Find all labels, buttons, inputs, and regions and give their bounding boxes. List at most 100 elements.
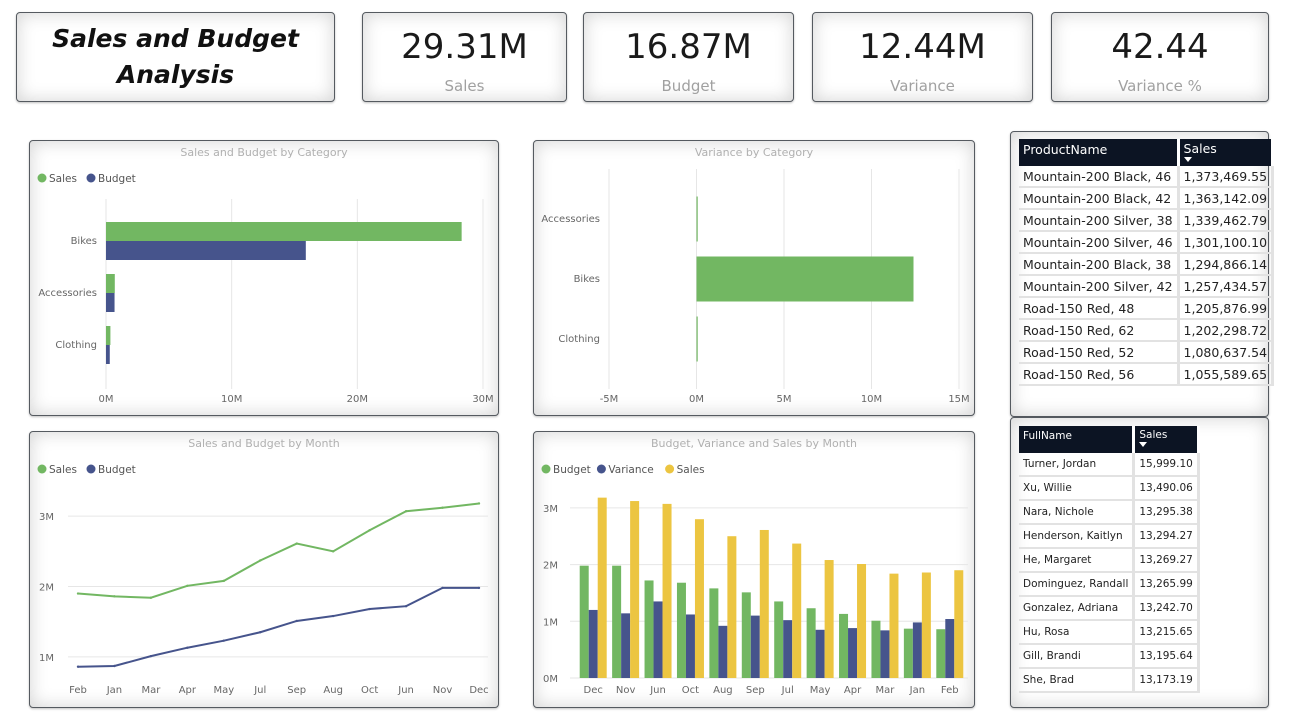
variance-nov-bar[interactable]	[621, 613, 631, 678]
column-header-sales[interactable]: Sales	[1179, 139, 1275, 166]
variance-oct-bar[interactable]	[685, 614, 695, 678]
variance-dec-bar[interactable]	[588, 609, 598, 678]
legend-item-sales-label[interactable]: Sales	[677, 464, 705, 476]
legend-item-budget-marker[interactable]	[86, 173, 96, 183]
sales-point[interactable]	[404, 510, 408, 513]
legend-item-budget-label[interactable]: Budget	[98, 173, 136, 185]
legend-item-budget-label[interactable]: Budget	[98, 464, 136, 476]
budget-point[interactable]	[113, 664, 116, 668]
budget-may-bar[interactable]	[806, 608, 816, 678]
sales-point[interactable]	[76, 592, 80, 595]
table-row[interactable]: Hu, Rosa 13,215.65	[1019, 621, 1200, 645]
sales-point[interactable]	[368, 529, 371, 532]
budget-apr-bar[interactable]	[839, 613, 849, 678]
budget-point[interactable]	[186, 646, 189, 649]
table-row[interactable]: Gonzalez, Adriana 13,242.70	[1019, 597, 1200, 621]
kpi-card-variance-pct[interactable]: 42.44 Variance %	[1051, 12, 1269, 102]
table-card-top-customers[interactable]: FullName Sales Turner, Jordan 15,999.10 Xu…	[1010, 417, 1269, 708]
sort-descending-icon[interactable]	[1183, 157, 1192, 162]
chart-variance-by-category[interactable]: Variance by Category -5M 0M 5M 10M 15M Accesso…	[534, 141, 974, 415]
sales-feb-bar[interactable]	[954, 570, 964, 678]
table-row[interactable]: He, Margaret 13,269.27	[1019, 549, 1200, 573]
sales-may-bar[interactable]	[824, 560, 834, 678]
table-row[interactable]: Mountain-200 Black, 38 1,294,866.14	[1019, 254, 1275, 276]
budget-accessories-bar[interactable]	[106, 293, 115, 312]
table-row[interactable]: Road-150 Red, 62 1,202,298.72	[1019, 320, 1275, 342]
variance-bikes-bar[interactable]	[696, 256, 914, 302]
table-row[interactable]: Mountain-200 Silver, 46 1,301,100.10	[1019, 232, 1275, 254]
chart-card-sales-budget-by-month[interactable]: Sales and Budget by Month Sales Budget 1M 2M…	[29, 431, 499, 708]
sales-aug-bar[interactable]	[727, 536, 737, 678]
budget-series-line[interactable]	[77, 586, 479, 668]
budget-clothing-bar[interactable]	[106, 345, 110, 364]
column-header-productname[interactable]: ProductName	[1019, 139, 1180, 166]
variance-jan-bar[interactable]	[912, 622, 922, 678]
kpi-card-sales[interactable]: 29.31M Sales	[362, 12, 567, 102]
variance-feb-bar[interactable]	[945, 619, 955, 678]
variance-jun-bar[interactable]	[653, 601, 663, 678]
table-row[interactable]: Road-150 Red, 52 1,080,637.54	[1019, 342, 1275, 364]
sales-point[interactable]	[331, 550, 335, 553]
variance-may-bar[interactable]	[815, 629, 825, 678]
table-row[interactable]: Gill, Brandi 13,195.64	[1019, 645, 1200, 669]
budget-feb-bar[interactable]	[936, 629, 946, 678]
table-row[interactable]: Mountain-200 Black, 42 1,363,142.09	[1019, 188, 1275, 210]
table-row[interactable]: Road-150 Red, 48 1,205,876.99	[1019, 298, 1275, 320]
table-row[interactable]: Road-150 Red, 56 1,055,589.65	[1019, 364, 1275, 386]
chart-budget-variance-sales-by-month[interactable]: Budget, Variance and Sales by Month Budge…	[534, 432, 974, 707]
budget-point[interactable]	[222, 639, 226, 642]
sales-clothing-bar[interactable]	[106, 326, 111, 345]
kpi-card-budget[interactable]: 16.87M Budget	[583, 12, 794, 102]
table-row[interactable]: Xu, Willie 13,490.06	[1019, 477, 1200, 501]
table-row[interactable]: Nara, Nichole 13,295.38	[1019, 501, 1200, 525]
budget-point[interactable]	[404, 605, 408, 608]
variance-sep-bar[interactable]	[750, 615, 760, 678]
sales-sep-bar[interactable]	[759, 529, 769, 678]
sales-dec-bar[interactable]	[597, 497, 607, 678]
table-row[interactable]: Mountain-200 Silver, 38 1,339,462.79	[1019, 210, 1275, 232]
variance-accessories-bar[interactable]	[696, 196, 698, 242]
table-row[interactable]: Henderson, Kaitlyn 13,294.27	[1019, 525, 1200, 549]
budget-sep-bar[interactable]	[741, 592, 751, 678]
budget-point[interactable]	[477, 586, 481, 590]
sales-accessories-bar[interactable]	[106, 274, 115, 293]
legend-item-variance-label[interactable]: Variance	[608, 464, 653, 476]
column-header-sales[interactable]: Sales	[1135, 426, 1200, 453]
budget-point[interactable]	[259, 631, 262, 634]
budget-point[interactable]	[441, 586, 444, 590]
table-row[interactable]: Mountain-200 Black, 46 1,373,469.55	[1019, 166, 1275, 188]
chart-sales-budget-by-month[interactable]: Sales and Budget by Month Sales Budget 1M 2M…	[30, 432, 498, 707]
legend-item-sales-marker[interactable]	[37, 173, 47, 183]
sales-nov-bar[interactable]	[630, 501, 640, 678]
sales-jun-bar[interactable]	[662, 503, 672, 678]
kpi-card-variance[interactable]: 12.44M Variance	[812, 12, 1033, 102]
chart-card-variance-by-category[interactable]: Variance by Category -5M 0M 5M 10M 15M Accesso…	[533, 140, 975, 416]
budget-point[interactable]	[368, 607, 371, 611]
sales-jan-bar[interactable]	[921, 572, 931, 678]
sales-point[interactable]	[441, 506, 444, 509]
sales-apr-bar[interactable]	[857, 564, 867, 678]
sales-point[interactable]	[113, 595, 116, 598]
table-row[interactable]: She, Brad 13,173.19	[1019, 669, 1200, 693]
column-header-fullname[interactable]: FullName	[1019, 426, 1136, 453]
sales-point[interactable]	[149, 596, 153, 599]
variance-clothing-bar[interactable]	[696, 316, 698, 362]
legend-item-sales-label[interactable]: Sales	[49, 173, 77, 185]
sales-mar-bar[interactable]	[889, 573, 899, 678]
variance-apr-bar[interactable]	[848, 628, 858, 678]
budget-point[interactable]	[331, 614, 335, 618]
sales-point[interactable]	[295, 542, 298, 545]
sales-series-line[interactable]	[77, 502, 480, 599]
budget-jul-bar[interactable]	[774, 601, 784, 678]
budget-bikes-bar[interactable]	[106, 241, 306, 260]
legend-item-budget-label[interactable]: Budget	[553, 464, 591, 476]
sales-point[interactable]	[477, 502, 481, 505]
budget-jun-bar[interactable]	[644, 580, 654, 678]
budget-aug-bar[interactable]	[709, 588, 719, 678]
sales-point[interactable]	[222, 579, 226, 583]
legend-item-budget-marker[interactable]	[86, 464, 96, 474]
legend-item-sales-marker[interactable]	[37, 464, 47, 474]
budget-oct-bar[interactable]	[676, 582, 686, 678]
budget-point[interactable]	[295, 619, 298, 623]
sales-point[interactable]	[186, 584, 189, 587]
